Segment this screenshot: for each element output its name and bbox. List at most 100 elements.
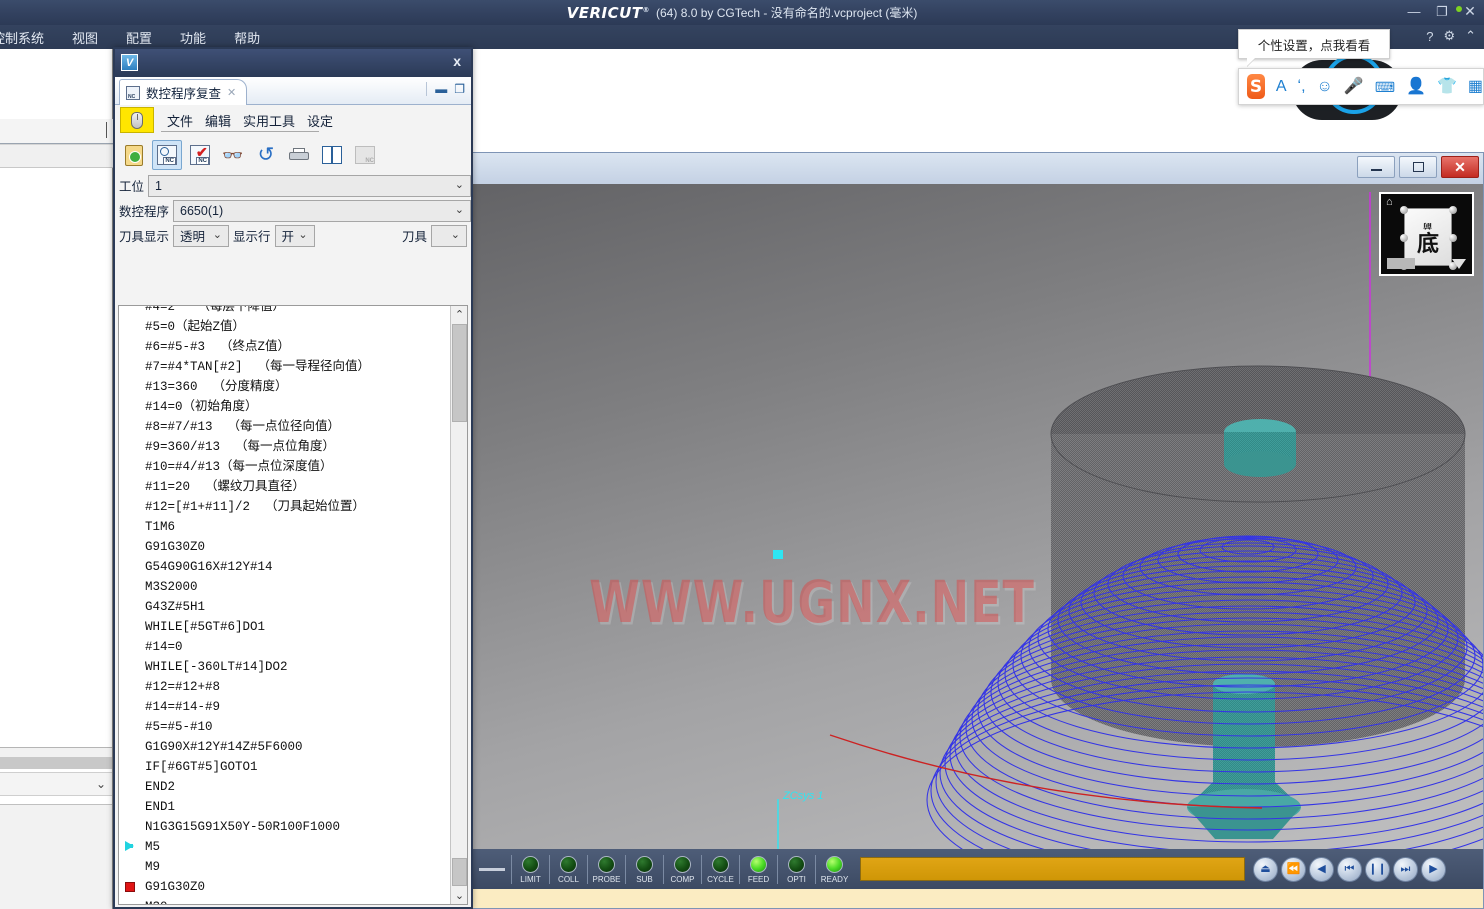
3d-viewport[interactable]: ZCsys 1 WWW.UGNX.NET ⌂ 前 底: [473, 184, 1483, 849]
nc-code-line[interactable]: G43Z#5H1: [119, 597, 449, 617]
user-icon[interactable]: 👤: [1406, 78, 1426, 95]
scroll-down-button[interactable]: ⌄: [451, 887, 467, 904]
nc-code-line[interactable]: WHILE[#5GT#6]DO1: [119, 617, 449, 637]
nc-code-line[interactable]: #6=#5-#3 （终点Z值）: [119, 337, 449, 357]
chevron-up-icon[interactable]: ⌃: [1465, 28, 1476, 44]
nc-menu-utilities[interactable]: 实用工具: [237, 108, 301, 133]
mouse-icon[interactable]: [120, 107, 154, 133]
skin-icon[interactable]: 👕: [1437, 78, 1457, 95]
tree-dropdown[interactable]: ⌄: [0, 772, 112, 796]
nc-code-line[interactable]: END1: [119, 797, 449, 817]
nc-code-line[interactable]: M9: [119, 857, 449, 877]
help-icon[interactable]: ?: [1426, 29, 1433, 44]
nc-menu-file[interactable]: 文件: [161, 108, 199, 133]
nc-code-line[interactable]: T1M6: [119, 517, 449, 537]
nc-code-line[interactable]: G91G30Z0: [119, 877, 449, 897]
nc-code-line[interactable]: #4=2 （每层下降值）: [119, 306, 449, 317]
nc-code-line[interactable]: IF[#6GT#5]GOTO1: [119, 757, 449, 777]
toolbox-icon[interactable]: ▦: [1468, 78, 1483, 95]
tool-select[interactable]: ⌄: [431, 224, 467, 247]
nc-search-icon[interactable]: NC: [152, 140, 182, 170]
scroll-thumb-lower[interactable]: [452, 858, 467, 886]
nc-dialog-close-button[interactable]: x: [453, 53, 461, 69]
nc-code-line[interactable]: N1G3G15G91X50Y-50R100F1000: [119, 817, 449, 837]
menu-item-help[interactable]: 帮助: [220, 26, 274, 49]
reset-button[interactable]: ⏏: [1253, 856, 1278, 882]
cube-handle-tl[interactable]: [1400, 206, 1408, 214]
single-step-button[interactable]: ⏭: [1393, 856, 1418, 882]
nc-menu-settings[interactable]: 设定: [301, 108, 339, 133]
program-select[interactable]: 6650(1) ⌄: [173, 199, 471, 222]
tool-display-select[interactable]: 透明 ⌄: [173, 224, 230, 247]
cube-handle-ml[interactable]: [1400, 234, 1408, 242]
single-step-back-button[interactable]: ⏮: [1337, 856, 1362, 882]
nc-code-line[interactable]: G54G90G16X#12Y#14: [119, 557, 449, 577]
nc-code-line[interactable]: #9=360/#13 （每一点位角度）: [119, 437, 449, 457]
nc-code-line[interactable]: END2: [119, 777, 449, 797]
nc-code-line[interactable]: #14=0: [119, 637, 449, 657]
menu-item-function[interactable]: 功能: [166, 26, 220, 49]
menu-item-config[interactable]: 配置: [112, 26, 166, 49]
nc-code-listing[interactable]: #4=2 （每层下降值） #5=0（起始Z值） #6=#5-#3 （终点Z值） #7=…: [118, 305, 468, 905]
scroll-up-button[interactable]: ⌃: [451, 306, 467, 323]
3d-maximize-button[interactable]: [1399, 156, 1437, 178]
nc-code-line[interactable]: G1G90X#12Y#14Z#5F6000: [119, 737, 449, 757]
cube-handle-mr[interactable]: [1449, 234, 1457, 242]
nc-code-line[interactable]: M3S2000: [119, 577, 449, 597]
close-button[interactable]: ✕: [1462, 2, 1478, 20]
input-mode-icon[interactable]: A: [1276, 78, 1287, 95]
nc-code-line[interactable]: #8=#7/#13 （每一点位径向值）: [119, 417, 449, 437]
step-back-button[interactable]: ◀: [1309, 856, 1334, 882]
nc-code-line[interactable]: #5=0（起始Z值）: [119, 317, 449, 337]
code-scrollbar[interactable]: ⌃ ⌄: [450, 306, 467, 904]
nc-code-line[interactable]: #12=[#1+#11]/2 （刀具起始位置）: [119, 497, 449, 517]
gear-icon[interactable]: ⚙: [1443, 28, 1455, 44]
rewind-button[interactable]: ⏪: [1281, 856, 1306, 882]
nc-code-line[interactable]: #14=#14-#9: [119, 697, 449, 717]
tab-restore-icon[interactable]: ❐: [454, 82, 465, 96]
tab-minimize-icon[interactable]: ▬: [435, 82, 447, 96]
orientation-top-label: 前: [1423, 222, 1433, 230]
voice-input-icon[interactable]: 🎤: [1344, 78, 1364, 95]
station-select[interactable]: 1 ⌄: [148, 174, 471, 197]
split-view-icon[interactable]: [317, 140, 347, 170]
print-icon[interactable]: [284, 140, 314, 170]
3d-minimize-button[interactable]: [1357, 156, 1395, 178]
nc-code-line[interactable]: WHILE[-360LT#14]DO2: [119, 657, 449, 677]
soft-keyboard-icon[interactable]: ⌨: [1375, 80, 1395, 94]
punctuation-icon[interactable]: ʻ,: [1298, 78, 1306, 95]
menu-item-control-system[interactable]: 控制系统: [0, 26, 58, 49]
nc-code-line[interactable]: #7=#4*TAN[#2] （每一导程径向值）: [119, 357, 449, 377]
minimize-button[interactable]: —: [1406, 2, 1422, 20]
pause-button[interactable]: ❙❙: [1365, 856, 1390, 882]
nc-code-line[interactable]: M30: [119, 897, 449, 904]
orientation-cube[interactable]: ⌂ 前 底: [1379, 192, 1474, 276]
nc-code-line[interactable]: #5=#5-#10: [119, 717, 449, 737]
nc-code-line[interactable]: #14=0（初始角度）: [119, 397, 449, 417]
tab-close-icon[interactable]: ✕: [227, 86, 236, 99]
sogou-tooltip[interactable]: 个性设置，点我看看: [1238, 29, 1390, 59]
binoculars-icon[interactable]: 👓: [218, 140, 248, 170]
nc-code-line[interactable]: G91G30Z0: [119, 537, 449, 557]
play-button[interactable]: ▶: [1421, 856, 1446, 882]
3d-close-button[interactable]: ✕: [1441, 156, 1479, 178]
emoji-icon[interactable]: ☺: [1317, 78, 1333, 95]
verify-clipboard-icon[interactable]: [119, 140, 149, 170]
menu-item-view[interactable]: 视图: [58, 26, 112, 49]
nc-code-line[interactable]: #10=#4/#13（每一点位深度值）: [119, 457, 449, 477]
nc-code-line[interactable]: #13=360 （分度精度）: [119, 377, 449, 397]
nc-code-line[interactable]: #12=#12+#8: [119, 677, 449, 697]
nc-code-line[interactable]: #11=20 （螺纹刀具直径）: [119, 477, 449, 497]
cube-dropdown-icon[interactable]: [1452, 259, 1466, 269]
home-icon[interactable]: ⌂: [1386, 196, 1393, 208]
sogou-logo-icon[interactable]: S: [1247, 74, 1265, 99]
scroll-thumb-upper[interactable]: [452, 324, 467, 422]
nc-menu-edit[interactable]: 编辑: [199, 108, 237, 133]
cube-handle-tr[interactable]: [1449, 206, 1457, 214]
show-lines-select[interactable]: 开 ⌄: [274, 224, 315, 247]
nc-code-line[interactable]: M5: [119, 837, 449, 857]
nc-check-icon[interactable]: ✔ NC: [185, 140, 215, 170]
maximize-button[interactable]: ❐: [1434, 2, 1450, 20]
undo-icon[interactable]: ↺: [251, 140, 281, 170]
tab-nc-program-review[interactable]: 数控程序复查 ✕: [119, 79, 248, 105]
